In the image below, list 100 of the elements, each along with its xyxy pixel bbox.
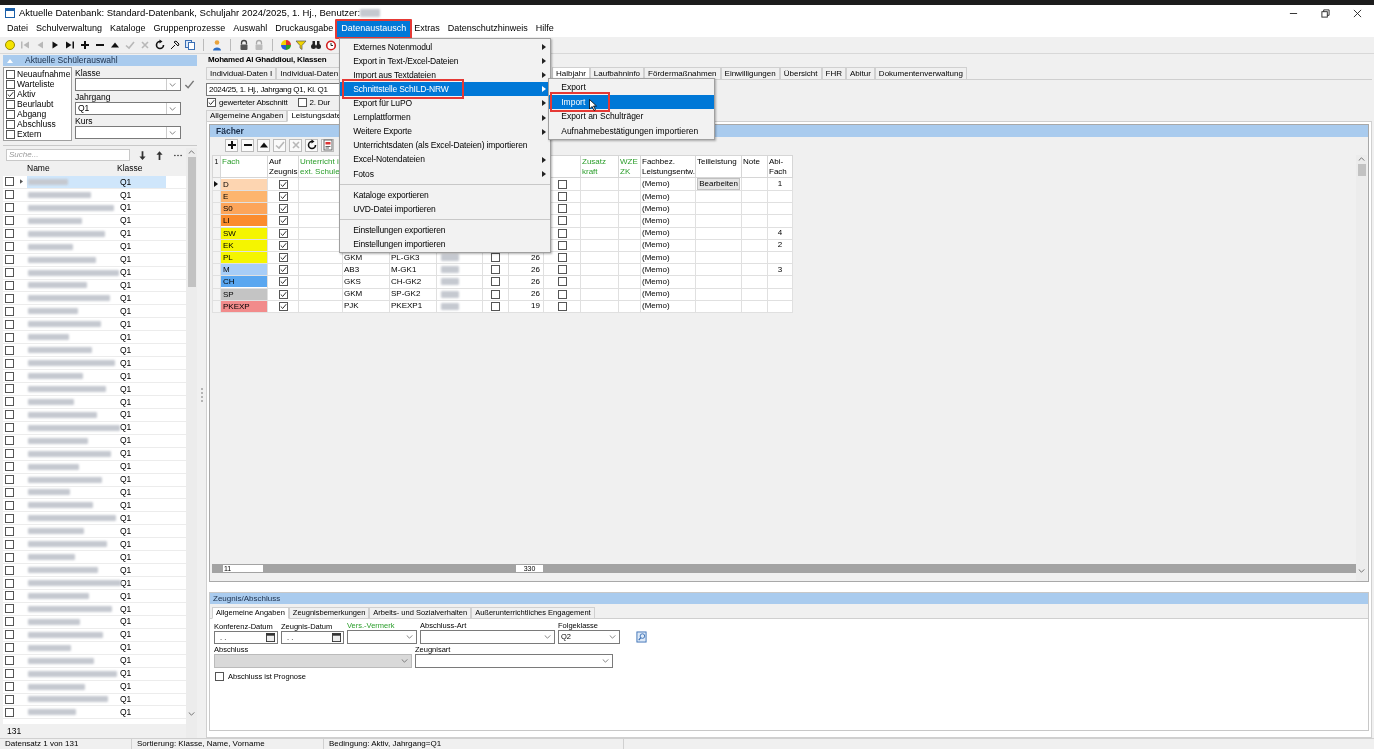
- checkbox[interactable]: [4, 449, 14, 459]
- checkbox[interactable]: [4, 410, 14, 420]
- checkbox[interactable]: [278, 228, 288, 238]
- checkbox[interactable]: [4, 371, 14, 381]
- checkbox[interactable]: [557, 192, 567, 202]
- menu-entry[interactable]: Fotos: [340, 166, 551, 181]
- checkbox[interactable]: [4, 513, 14, 523]
- list-row[interactable]: Q1: [3, 253, 186, 267]
- menu-entry[interactable]: Einstellungen importieren: [340, 237, 551, 252]
- search-field[interactable]: Suche...: [6, 149, 130, 161]
- checkbox[interactable]: [278, 179, 288, 189]
- checkbox[interactable]: [491, 289, 500, 299]
- close-icon[interactable]: [1353, 8, 1362, 18]
- checkbox[interactable]: [4, 177, 14, 187]
- list-row[interactable]: Q1: [3, 486, 186, 500]
- copy-icon[interactable]: [184, 39, 196, 51]
- checkbox[interactable]: [278, 301, 288, 311]
- checkbox[interactable]: [491, 301, 500, 311]
- edit-button[interactable]: Bearbeiten: [697, 178, 740, 190]
- list-row[interactable]: Q1: [3, 395, 186, 409]
- checkbox[interactable]: [6, 129, 15, 139]
- tab[interactable]: Übersicht: [779, 67, 822, 80]
- checkbox[interactable]: [4, 255, 14, 265]
- list-row[interactable]: Q1: [3, 654, 186, 668]
- checkbox[interactable]: [4, 500, 14, 510]
- checkbox[interactable]: [4, 216, 14, 226]
- checkbox[interactable]: [557, 179, 567, 189]
- checkbox[interactable]: [4, 694, 14, 704]
- menu-entry[interactable]: Import aus Textdateien: [340, 68, 551, 83]
- list-row[interactable]: Q1: [3, 408, 186, 422]
- checkbox[interactable]: [4, 268, 14, 278]
- list-row[interactable]: Q1: [3, 331, 186, 345]
- menu-item[interactable]: Gruppenprozesse: [149, 21, 230, 37]
- list-row[interactable]: Q1: [3, 551, 186, 565]
- checkbox[interactable]: [4, 203, 14, 213]
- checkbox[interactable]: [4, 293, 14, 303]
- menu-entry[interactable]: Import: [549, 94, 715, 110]
- list-row[interactable]: Q1: [3, 693, 186, 707]
- more-icon[interactable]: [174, 153, 182, 157]
- list-row[interactable]: Q1: [3, 460, 186, 474]
- menu-entry[interactable]: Export: [549, 80, 715, 95]
- combo-box[interactable]: [75, 78, 181, 91]
- skip-last-icon[interactable]: [64, 39, 76, 51]
- menu-entry[interactable]: UVD-Datei importieren: [340, 202, 551, 217]
- menu-entry[interactable]: Export an Schulträger: [549, 109, 715, 124]
- checkbox[interactable]: [4, 604, 14, 614]
- list-row[interactable]: Q1: [3, 421, 186, 435]
- list-row[interactable]: Q1: [3, 667, 186, 681]
- list-row[interactable]: Q1: [3, 499, 186, 513]
- tab[interactable]: Abitur: [845, 67, 875, 80]
- list-row[interactable]: Q1: [3, 525, 186, 539]
- checkbox[interactable]: [4, 617, 14, 627]
- menu-item[interactable]: Kataloge: [106, 21, 150, 37]
- checkbox[interactable]: [297, 98, 307, 107]
- checkbox[interactable]: [278, 204, 288, 214]
- menu-item[interactable]: Extras: [410, 21, 444, 37]
- checkbox[interactable]: [215, 672, 224, 682]
- circle-icon[interactable]: [4, 39, 16, 51]
- column-header[interactable]: Klasse: [117, 162, 143, 175]
- checkbox[interactable]: [6, 119, 15, 129]
- checkbox[interactable]: [4, 656, 14, 666]
- menu-item[interactable]: Datenaustausch: [337, 21, 411, 37]
- list-row[interactable]: Q1: [3, 176, 186, 189]
- checkbox[interactable]: [278, 216, 288, 226]
- checkbox[interactable]: [4, 707, 14, 717]
- checkbox[interactable]: [6, 89, 15, 99]
- checkbox[interactable]: [4, 332, 14, 342]
- checkbox[interactable]: [4, 280, 14, 290]
- plus-icon[interactable]: [79, 39, 91, 51]
- list-row[interactable]: Q1: [3, 564, 186, 578]
- checkbox[interactable]: [4, 462, 14, 472]
- checkbox[interactable]: [4, 345, 14, 355]
- checkbox[interactable]: [557, 265, 567, 275]
- list-row[interactable]: Q1: [3, 615, 186, 629]
- checkbox[interactable]: [4, 319, 14, 329]
- list-row[interactable]: Q1: [3, 602, 186, 616]
- checkbox[interactable]: [278, 277, 288, 287]
- list-row[interactable]: Q1: [3, 305, 186, 319]
- checkbox[interactable]: [207, 98, 216, 107]
- list-row[interactable]: Q1: [3, 240, 186, 254]
- checkbox[interactable]: [557, 277, 567, 287]
- list-row[interactable]: Q1: [3, 318, 186, 332]
- checkbox[interactable]: [557, 301, 567, 311]
- column-header[interactable]: Unterricht i ext. Schule: [300, 157, 341, 177]
- checkbox[interactable]: [4, 669, 14, 679]
- menu-item[interactable]: Hilfe: [531, 21, 558, 37]
- menu-entry[interactable]: Kataloge exportieren: [340, 187, 551, 203]
- scrollbar[interactable]: [186, 148, 197, 738]
- checkbox[interactable]: [278, 240, 288, 250]
- checkbox[interactable]: [4, 565, 14, 575]
- menu-entry[interactable]: Unterrichtsdaten (als Excel-Dateien) importieren: [340, 138, 551, 153]
- list-row[interactable]: Q1: [3, 680, 186, 694]
- checkbox[interactable]: [557, 240, 567, 250]
- alarm-clock-icon[interactable]: [325, 39, 337, 51]
- checkbox[interactable]: [4, 475, 14, 485]
- checkbox[interactable]: [6, 109, 15, 119]
- column-header[interactable]: Abi- Fach: [769, 157, 791, 177]
- checkbox[interactable]: [557, 216, 567, 226]
- combo-box[interactable]: [75, 126, 181, 139]
- checkbox[interactable]: [4, 487, 14, 497]
